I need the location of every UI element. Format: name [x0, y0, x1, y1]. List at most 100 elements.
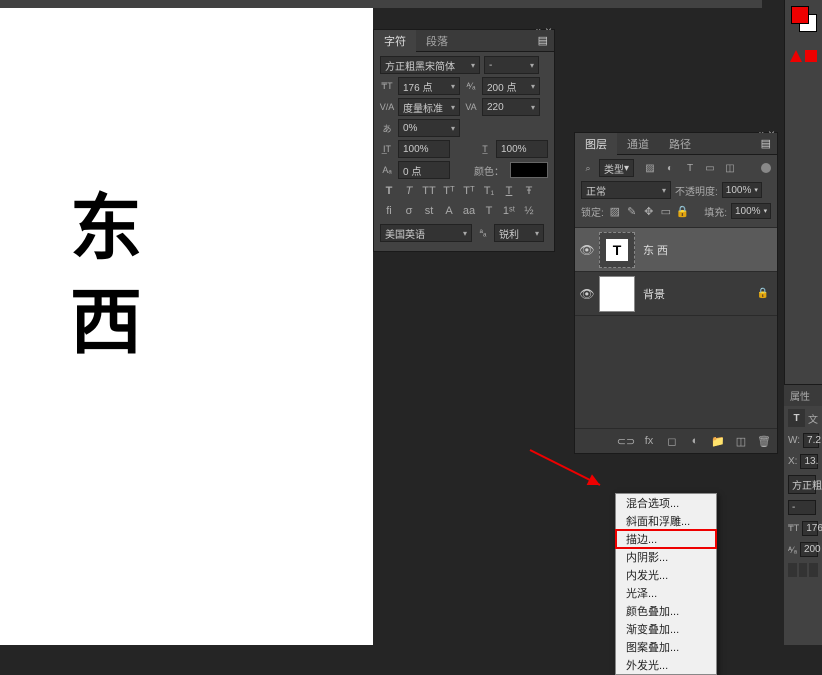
fx-bevel-emboss[interactable]: 斜面和浮雕...	[616, 512, 716, 530]
filter-kind-select[interactable]: 类型 ▾	[599, 159, 634, 177]
filter-shape-icon[interactable]: ▭	[702, 160, 718, 176]
tracking-icon: VA	[464, 100, 478, 114]
language-select[interactable]: 美国英语	[380, 224, 472, 242]
fx-outer-glow[interactable]: 外发光...	[616, 656, 716, 674]
filter-adjust-icon[interactable]: ◐	[662, 160, 678, 176]
underline-button[interactable]: T	[500, 182, 518, 200]
allcaps-button[interactable]: TT	[420, 182, 438, 200]
layer-thumbnail[interactable]: T	[599, 232, 635, 268]
search-icon: ⌕	[581, 161, 595, 175]
faux-bold-button[interactable]: T	[380, 182, 398, 200]
antialias-select[interactable]: 锐利	[494, 224, 544, 242]
strikethrough-button[interactable]: Ŧ	[520, 182, 538, 200]
subscript-button[interactable]: T₁	[480, 182, 498, 200]
filter-toggle[interactable]	[761, 163, 771, 173]
hscale-input[interactable]: 100%	[398, 140, 450, 158]
ordinals-button[interactable]: 1ˢᵗ	[500, 202, 518, 220]
fx-blending-options[interactable]: 混合选项...	[616, 494, 716, 512]
lock-position-icon[interactable]: ✥	[642, 204, 656, 218]
fx-pattern-overlay[interactable]: 图案叠加...	[616, 638, 716, 656]
lock-icon[interactable]: 🔒	[757, 288, 769, 299]
ligature-button[interactable]: fi	[380, 202, 398, 220]
panel-menu-icon[interactable]: ▤	[532, 34, 554, 47]
panel-menu-icon[interactable]: ▤	[755, 137, 777, 150]
canvas[interactable]: 东 西	[0, 8, 373, 645]
smallcaps-button[interactable]: Tᵀ	[440, 182, 458, 200]
baseline-input[interactable]: 0 点	[398, 161, 450, 179]
lock-artboard-icon[interactable]: ▭	[659, 204, 673, 218]
type-style-row-2: fi σ st A aa T 1ˢᵗ ½	[380, 202, 548, 220]
align-center-button[interactable]	[799, 563, 808, 577]
canvas-text-layer[interactable]: 东 西	[70, 183, 142, 370]
titling-button[interactable]: T	[480, 202, 498, 220]
fill-input[interactable]: 100%	[731, 203, 771, 219]
fx-button[interactable]: fx	[640, 432, 658, 450]
filter-image-icon[interactable]: ▨	[642, 160, 658, 176]
width-input[interactable]: 7.2	[803, 433, 819, 448]
lock-transparency-icon[interactable]: ▨	[608, 204, 622, 218]
baseline-icon: Aₐ	[380, 163, 394, 177]
leading-select[interactable]: 200 点	[482, 77, 540, 95]
font-style-select[interactable]: -	[484, 56, 539, 74]
layers-panel: « × 图层 通道 路径 ▤ ⌕ 类型 ▾ ▨ ◐ T ▭ ◫ 正常 不透明度:…	[574, 132, 778, 454]
blend-mode-select[interactable]: 正常	[581, 181, 671, 199]
layer-name[interactable]: 背景	[643, 286, 665, 302]
stylistic-button[interactable]: aa	[460, 202, 478, 220]
kerning-select[interactable]: 度量标准	[398, 98, 460, 116]
font-family-select[interactable]: 方正粗黑宋简体	[380, 56, 480, 74]
canvas-area: 东 西	[0, 8, 410, 645]
layer-item-background[interactable]: 👁 背景 🔒	[575, 272, 777, 316]
text-color-swatch[interactable]	[510, 162, 548, 178]
faux-italic-button[interactable]: T	[400, 182, 418, 200]
discretionary-button[interactable]: st	[420, 202, 438, 220]
new-layer-button[interactable]: ◫	[732, 432, 750, 450]
tab-character[interactable]: 字符	[374, 30, 416, 52]
mask-button[interactable]: ◻	[663, 432, 681, 450]
ruler-horizontal[interactable]	[0, 0, 762, 8]
align-left-button[interactable]	[788, 563, 797, 577]
fractions-button[interactable]: ½	[520, 202, 538, 220]
fx-stroke[interactable]: 描边...	[616, 530, 716, 548]
prop-style-select[interactable]: -	[788, 500, 816, 515]
x-label: X:	[788, 456, 797, 467]
tracking-select[interactable]: 220	[482, 98, 540, 116]
x-input[interactable]: 13.	[800, 454, 818, 469]
swash-button[interactable]: A	[440, 202, 458, 220]
fx-satin[interactable]: 光泽...	[616, 584, 716, 602]
delete-layer-button[interactable]: 🗑	[755, 432, 773, 450]
link-layers-button[interactable]: ⊂⊃	[617, 432, 635, 450]
filter-smart-icon[interactable]: ◫	[722, 160, 738, 176]
fx-gradient-overlay[interactable]: 渐变叠加...	[616, 620, 716, 638]
visibility-toggle[interactable]: 👁	[575, 287, 599, 301]
prop-size-input[interactable]: 176	[802, 521, 818, 536]
fx-color-overlay[interactable]: 颜色叠加...	[616, 602, 716, 620]
fx-inner-shadow[interactable]: 内阴影...	[616, 548, 716, 566]
color-swatches[interactable]	[791, 6, 817, 32]
color-label: 颜色：	[474, 163, 504, 178]
visibility-toggle[interactable]: 👁	[575, 243, 599, 257]
prop-leading-input[interactable]: 200	[800, 542, 818, 557]
alt-button[interactable]: σ	[400, 202, 418, 220]
layer-item-text[interactable]: 👁 T 东 西	[575, 228, 777, 272]
superscript-button[interactable]: Tᵀ	[460, 182, 478, 200]
panel-tabs: 字符 段落 ▤	[374, 30, 554, 52]
tab-paragraph[interactable]: 段落	[416, 30, 458, 52]
lock-all-icon[interactable]: 🔒	[676, 204, 690, 218]
filter-type-icon[interactable]: T	[682, 160, 698, 176]
tab-channels[interactable]: 通道	[617, 133, 659, 155]
adjustment-button[interactable]: ◐	[686, 432, 704, 450]
font-size-select[interactable]: 176 点	[398, 77, 460, 95]
opacity-input[interactable]: 100%	[722, 182, 762, 198]
layer-thumbnail[interactable]	[599, 276, 635, 312]
tab-paths[interactable]: 路径	[659, 133, 701, 155]
vscale-input[interactable]: 100%	[496, 140, 548, 158]
tab-layers[interactable]: 图层	[575, 133, 617, 155]
foreground-color-swatch[interactable]	[791, 6, 809, 24]
vert-scale-select[interactable]: 0%	[398, 119, 460, 137]
fx-inner-glow[interactable]: 内发光...	[616, 566, 716, 584]
prop-font-select[interactable]: 方正粗	[788, 475, 816, 494]
layer-name[interactable]: 东 西	[643, 242, 668, 258]
align-right-button[interactable]	[809, 563, 818, 577]
lock-pixels-icon[interactable]: ✎	[625, 204, 639, 218]
folder-button[interactable]: 📁	[709, 432, 727, 450]
